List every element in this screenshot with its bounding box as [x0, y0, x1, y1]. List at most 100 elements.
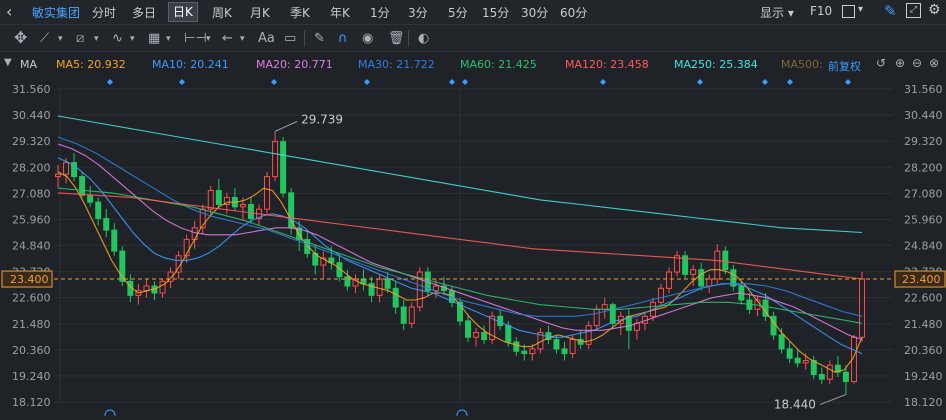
line-tool-icon[interactable]: ⟋: [40, 31, 49, 46]
y-tick-label-right: 20.360: [904, 344, 943, 357]
event-marker-icon: [364, 79, 370, 85]
event-marker-icon: [462, 79, 468, 85]
toolbar-divider: [304, 30, 305, 46]
candle-body: [802, 360, 809, 364]
tab-3min[interactable]: 3分: [408, 4, 428, 21]
back-icon[interactable]: ‹: [6, 2, 12, 21]
ma-indicator-bar: ▼ MA MA5: 20.932 MA10: 20.241 MA20: 20.7…: [0, 52, 946, 76]
ma-collapse-icon[interactable]: ▼: [4, 57, 12, 68]
candle-body: [95, 201, 102, 219]
tab-yearly-k[interactable]: 年K: [330, 4, 350, 21]
candle-body: [513, 341, 520, 352]
channel-tool-icon[interactable]: ⧄: [76, 31, 84, 46]
candle-body: [786, 348, 793, 359]
tab-60min[interactable]: 60分: [560, 4, 587, 21]
settings-icon[interactable]: ⚙: [928, 2, 941, 18]
range-tool-dropdown-icon[interactable]: ▾: [206, 34, 211, 44]
close-icon[interactable]: ⊗: [929, 56, 939, 70]
event-marker-icon: [845, 79, 851, 85]
magnet-icon[interactable]: ∩: [338, 31, 348, 46]
candle-body: [376, 278, 383, 296]
candle-body: [111, 229, 118, 252]
candle-body: [601, 304, 608, 310]
f10-button[interactable]: F10: [810, 4, 832, 18]
candle-body: [344, 276, 351, 287]
undo-icon[interactable]: ↺: [876, 56, 886, 70]
y-tick-label-left: 21.480: [12, 318, 51, 331]
candle-body: [280, 141, 287, 194]
top-bar: ‹ 敏实集团 分时 多日 日K 周K 月K 季K 年K 1分 3分 5分 15分…: [0, 0, 946, 25]
candle-body: [810, 360, 817, 376]
expand-icon[interactable]: ⤢: [906, 3, 921, 18]
bottom-marker-icon: [104, 409, 116, 420]
tab-quarterly-k[interactable]: 季K: [290, 4, 310, 21]
candle-body: [481, 332, 488, 341]
y-tick-label-right: 31.560: [904, 83, 943, 96]
tab-daily-k[interactable]: 日K: [168, 2, 198, 22]
candle-body: [159, 280, 166, 294]
y-tick-label-left: 22.600: [12, 292, 51, 305]
arrow-tool-dropdown-icon[interactable]: ▾: [240, 34, 245, 44]
candle-body: [408, 306, 415, 324]
add-icon[interactable]: ⊕: [895, 56, 905, 70]
candle-body: [63, 162, 70, 175]
line-tool-dropdown-icon[interactable]: ▾: [58, 34, 63, 44]
y-tick-label-right: 19.240: [904, 370, 943, 383]
tab-30min[interactable]: 30分: [521, 4, 548, 21]
wave-tool-dropdown-icon[interactable]: ▾: [130, 34, 135, 44]
tab-1min[interactable]: 1分: [370, 4, 390, 21]
y-tick-label-right: 22.600: [904, 292, 943, 305]
candle-body: [529, 348, 536, 355]
measure-tool-dropdown-icon[interactable]: ▾: [166, 34, 171, 44]
range-tool-icon[interactable]: ⊢⊣: [184, 31, 207, 46]
y-tick-label-right: 27.080: [904, 187, 943, 200]
tab-multiday[interactable]: 多日: [132, 4, 156, 21]
tab-weekly-k[interactable]: 周K: [212, 4, 232, 21]
bottom-marker-icon: [456, 409, 468, 420]
arrow-tool-icon[interactable]: ←: [222, 31, 233, 46]
channel-tool-dropdown-icon[interactable]: ▾: [94, 34, 99, 44]
candle-body: [593, 308, 600, 327]
display-menu[interactable]: 显示 ▾: [760, 4, 794, 21]
tab-fenshi[interactable]: 分时: [92, 4, 116, 21]
candle-body: [553, 339, 560, 350]
checkbox-icon[interactable]: [842, 5, 855, 18]
kline-chart[interactable]: 31.560 31.560 30.440 30.440 29.320 29.320 28.2…: [0, 76, 946, 420]
trash-icon[interactable]: 🗑: [388, 31, 405, 46]
pen-icon[interactable]: ✎: [884, 2, 897, 20]
candle-body: [207, 190, 214, 210]
y-tick-label-right: 18.120: [904, 396, 943, 409]
comment-tool-icon[interactable]: ▭: [284, 31, 296, 46]
toolbar-divider-2: [408, 30, 409, 46]
candle-body: [272, 141, 279, 178]
ma-label[interactable]: MA: [20, 58, 37, 71]
y-tick-label-right: 25.960: [904, 213, 943, 226]
checkbox-dropdown-icon[interactable]: ▾: [858, 4, 863, 15]
candle-body: [794, 357, 801, 364]
wave-tool-icon[interactable]: ∿: [112, 31, 123, 46]
remove-icon[interactable]: ⊖: [912, 56, 922, 70]
brush-icon[interactable]: ✎: [314, 31, 325, 46]
y-tick-label-left: 18.120: [12, 396, 51, 409]
candle-body: [706, 278, 713, 287]
eye-icon[interactable]: ◉: [362, 31, 373, 46]
event-marker-icon: [787, 79, 793, 85]
candle-body: [569, 339, 576, 355]
measure-tool-icon[interactable]: ▦: [148, 31, 160, 46]
kline-chart-svg[interactable]: 31.560 31.560 30.440 30.440 29.320 29.320 28.2…: [0, 76, 946, 420]
event-marker-icon: [600, 79, 606, 85]
y-tick-label-right: 28.200: [904, 161, 943, 174]
tab-5min[interactable]: 5分: [448, 4, 468, 21]
move-cross-icon[interactable]: ✥: [14, 28, 27, 47]
low-price-label: 18.440: [774, 398, 816, 412]
tab-monthly-k[interactable]: 月K: [250, 4, 270, 21]
adjust-button[interactable]: 前复权: [828, 58, 861, 74]
stock-name[interactable]: 敏实集团: [32, 4, 80, 21]
candle-body: [384, 278, 391, 289]
candle-body: [842, 371, 849, 383]
y-tick-label-left: 25.960: [12, 213, 51, 226]
tab-15min[interactable]: 15分: [482, 4, 509, 21]
toggle-icon[interactable]: ◐: [418, 31, 429, 46]
candle-body: [698, 269, 705, 287]
text-tool-icon[interactable]: Aa: [258, 31, 275, 46]
